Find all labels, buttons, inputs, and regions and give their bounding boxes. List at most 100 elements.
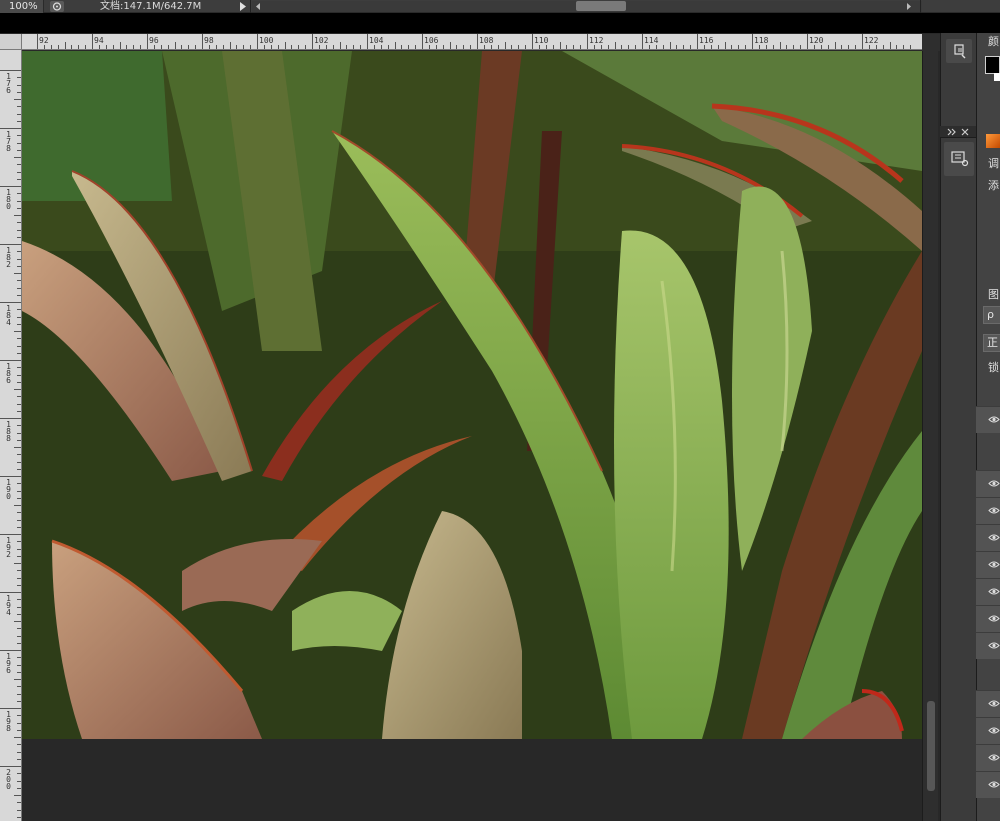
layer-row[interactable] — [976, 771, 1000, 798]
blend-mode-select[interactable]: 正 — [983, 334, 1000, 352]
visibility-eye-icon[interactable] — [988, 479, 1000, 488]
visibility-eye-icon[interactable] — [988, 780, 1000, 789]
layer-row[interactable] — [976, 717, 1000, 744]
background-color-swatch[interactable] — [994, 73, 1000, 81]
ruler-tick — [98, 45, 100, 49]
ruler-tick — [17, 512, 21, 514]
properties-panel-button[interactable] — [944, 142, 974, 176]
ruler-tick — [408, 45, 410, 49]
ruler-tick — [490, 45, 492, 49]
ruler-tick — [17, 555, 21, 557]
ruler-tick — [17, 773, 21, 775]
vertical-scroll-thumb[interactable] — [927, 701, 935, 791]
ruler-tick-label: 102 — [314, 36, 329, 45]
visibility-eye-icon[interactable] — [988, 699, 1000, 708]
foreground-color-swatch[interactable] — [985, 56, 1000, 74]
image-canvas[interactable] — [22, 51, 922, 739]
ruler-tick — [339, 42, 341, 49]
ruler-tick — [250, 45, 252, 49]
properties-icon — [951, 151, 969, 167]
ruler-tick — [17, 222, 21, 224]
ruler-tick — [17, 135, 21, 137]
close-icon[interactable] — [961, 128, 969, 136]
lock-label: 锁 — [988, 361, 999, 374]
ruler-tick — [215, 45, 217, 49]
ruler-tick — [0, 70, 21, 71]
status-info-icon[interactable] — [50, 1, 64, 12]
layer-row[interactable] — [976, 578, 1000, 605]
expand-panels-icon[interactable] — [947, 128, 957, 136]
zoom-level-field[interactable]: 100% — [0, 0, 44, 13]
layer-row[interactable] — [976, 605, 1000, 632]
ruler-tick — [600, 45, 602, 49]
ruler-tick — [17, 758, 21, 760]
ruler-tick — [17, 410, 21, 412]
vertical-scrollbar[interactable] — [922, 51, 938, 821]
layer-filter-button[interactable]: ρ — [983, 306, 1000, 324]
ruler-tick-label: 118 — [754, 36, 769, 45]
ruler-tick — [208, 45, 210, 49]
ruler-tick — [133, 45, 135, 49]
layer-row[interactable] — [976, 406, 1000, 433]
ruler-tick — [690, 45, 692, 49]
visibility-eye-icon[interactable] — [988, 726, 1000, 735]
ruler-tick — [621, 45, 623, 49]
history-icon — [954, 44, 966, 59]
layer-row[interactable] — [976, 470, 1000, 497]
ruler-tick — [17, 265, 21, 267]
layer-row[interactable] — [976, 690, 1000, 717]
ruler-tick — [752, 34, 753, 49]
ruler-tick — [0, 476, 21, 477]
ruler-tick-label: 120 — [809, 36, 824, 45]
visibility-eye-icon[interactable] — [988, 614, 1000, 623]
scroll-left-arrow-icon[interactable] — [254, 2, 263, 11]
visibility-eye-icon[interactable] — [988, 560, 1000, 569]
ruler-tick — [525, 45, 527, 49]
add-adjustment-label: 添 — [988, 179, 999, 192]
ruler-tick — [497, 45, 499, 49]
vertical-ruler[interactable]: 176 178 180 182 184 186 188 190 192 194 196 198 200 — [0, 50, 22, 821]
horizontal-ruler[interactable]: 92 94 96 98 100 102 104 106 108 110 112 114 116 118 12… — [22, 34, 922, 50]
ruler-tick — [17, 780, 21, 782]
ruler-tick — [456, 45, 458, 49]
scroll-right-arrow-icon[interactable] — [904, 2, 913, 11]
ruler-tick — [683, 45, 685, 49]
ruler-tick — [360, 45, 362, 49]
status-menu-arrow-icon[interactable] — [238, 2, 248, 11]
layers-panel-tab[interactable]: 图 — [988, 289, 999, 301]
adjustments-panel-tab[interactable]: 调 — [988, 158, 999, 170]
history-panel-button[interactable] — [946, 39, 972, 63]
horizontal-scroll-thumb[interactable] — [576, 1, 626, 11]
ruler-tick — [552, 45, 554, 49]
ruler-tick — [710, 45, 712, 49]
ruler-tick — [0, 360, 21, 361]
ruler-tick — [655, 45, 657, 49]
swatch-orange[interactable] — [986, 134, 1000, 148]
ruler-tick — [903, 45, 905, 49]
ruler-tick — [387, 45, 389, 49]
layer-row[interactable] — [976, 744, 1000, 771]
ruler-tick — [160, 45, 162, 49]
ruler-tick — [738, 45, 740, 49]
visibility-eye-icon[interactable] — [988, 587, 1000, 596]
visibility-eye-icon[interactable] — [988, 753, 1000, 762]
ruler-origin[interactable] — [0, 34, 22, 50]
visibility-eye-icon[interactable] — [988, 533, 1000, 542]
layer-row[interactable] — [976, 524, 1000, 551]
visibility-eye-icon[interactable] — [988, 506, 1000, 515]
ruler-tick — [17, 628, 21, 630]
visibility-eye-icon[interactable] — [988, 415, 1000, 424]
color-panel-tab[interactable]: 颜 — [988, 36, 999, 48]
ruler-tick — [291, 45, 293, 49]
title-gap — [0, 13, 1000, 33]
ruler-tick-label: 98 — [204, 36, 214, 45]
ruler-tick-label: 108 — [479, 36, 494, 45]
ruler-tick — [17, 577, 21, 579]
ruler-tick — [17, 722, 21, 724]
ruler-tick — [882, 45, 884, 49]
layer-row[interactable] — [976, 551, 1000, 578]
visibility-eye-icon[interactable] — [988, 641, 1000, 650]
ruler-tick — [669, 42, 671, 49]
layer-row[interactable] — [976, 632, 1000, 659]
layer-row[interactable] — [976, 497, 1000, 524]
